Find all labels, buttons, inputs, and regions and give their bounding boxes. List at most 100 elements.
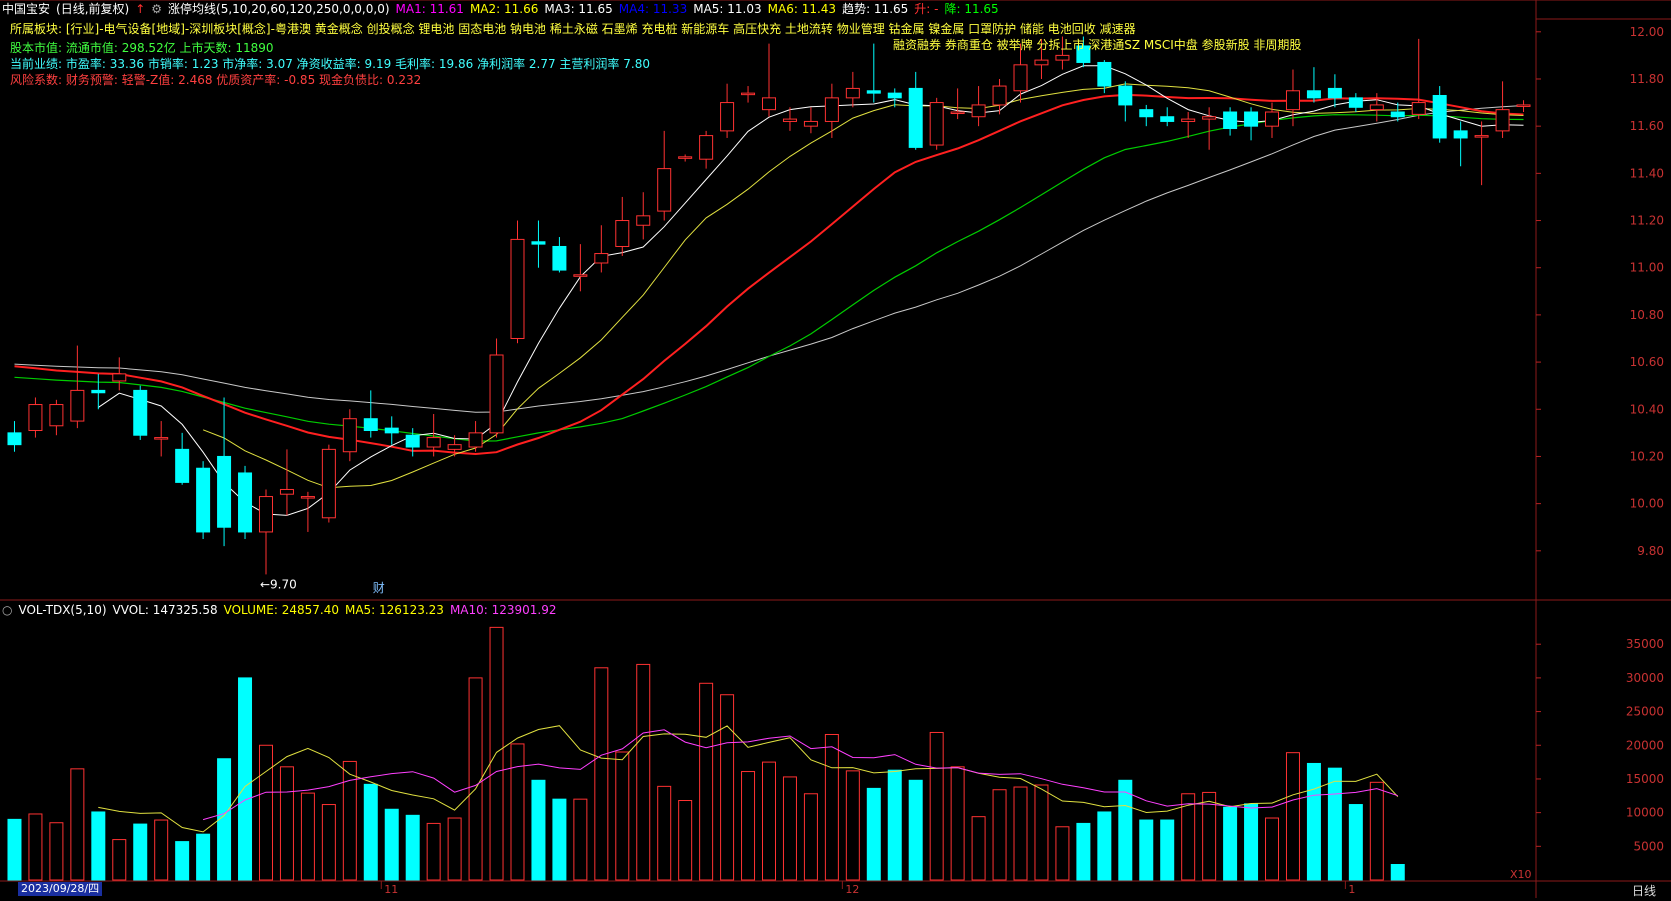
candle-body [405, 434, 420, 448]
candle-body [971, 104, 986, 118]
volume-bar [1369, 781, 1384, 881]
candle-body [615, 220, 630, 247]
date-cursor-label: 2023/09/28/四 [18, 882, 103, 896]
candle-body [1265, 111, 1280, 127]
volume-bar [405, 814, 420, 881]
info-performance: 当前业绩: 市盈率: 33.36 市销率: 1.23 市净率: 3.07 净资收… [10, 56, 650, 72]
volume-bar [1013, 786, 1028, 881]
volume-bar [1118, 779, 1133, 881]
volume-bar [866, 787, 881, 881]
ma-value-2: MA3: 11.65 [544, 2, 613, 16]
volume-bar [950, 766, 965, 881]
chart-stage[interactable]: 12.00 11.80 11.60 11.40 11.20 11.00 10.80 10.60… [0, 0, 1671, 898]
price-tick-label: 11.40 [1630, 166, 1664, 180]
volume-bar [678, 800, 693, 881]
volume-bar [971, 816, 986, 881]
indicator-name[interactable]: 涨停均线(5,10,20,60,120,250,0,0,0,0) [168, 2, 390, 16]
volume-bar [1348, 804, 1363, 881]
candle-body [384, 427, 399, 434]
chart-svg[interactable]: 12.00 11.80 11.60 11.40 11.20 11.00 10.80 10.60… [0, 0, 1671, 898]
volume-bar [300, 792, 315, 881]
volume-bar [762, 761, 776, 881]
volume-bar [1223, 806, 1238, 881]
candle-body [1411, 102, 1426, 115]
volume-bar [803, 793, 818, 881]
vol-name[interactable]: VOL-TDX(5,10) [18, 603, 106, 617]
volume-bar [426, 822, 441, 881]
candle-body [1013, 64, 1028, 92]
volume-bar [70, 768, 85, 881]
volume-bar [636, 663, 651, 881]
volume-bar [594, 667, 609, 881]
period-button[interactable]: 日线 [1632, 882, 1656, 899]
volume-bar [510, 743, 525, 881]
volume-bar [1390, 864, 1405, 881]
volume-tick-label: 25000 [1626, 705, 1664, 719]
volume-header: ○ VOL-TDX(5,10) VVOL: 147325.58 VOLUME: 248… [2, 602, 563, 618]
volume-bar [258, 744, 273, 881]
volume-bar [175, 841, 190, 881]
candle-body [1097, 61, 1112, 87]
candle-body [1118, 85, 1133, 106]
candle-body [300, 496, 315, 499]
sectors-text-2: 融资融券 券商重仓 被举牌 分拆上市 深港通SZ MSCI中盘 参股新股 非周期… [893, 38, 1302, 52]
candle-body [91, 389, 106, 394]
price-tick-label: 11.00 [1630, 261, 1664, 275]
candle-body [279, 488, 294, 495]
ma-value-3: MA4: 11.33 [618, 2, 688, 16]
volume-bar [531, 779, 546, 881]
volume-tick-label: 20000 [1626, 738, 1664, 752]
price-tick-label: 10.00 [1630, 497, 1664, 511]
volume-tick-label: 35000 [1626, 637, 1664, 651]
candle-body [49, 404, 64, 427]
volume-bar [489, 626, 504, 881]
candle-body [762, 97, 776, 111]
price-tick-label: 10.40 [1630, 402, 1664, 416]
stock-name[interactable]: 中国宝安 [2, 2, 50, 16]
volume-bar [573, 798, 588, 881]
price-tick-label: 12.00 [1630, 25, 1664, 39]
volume-bar [1097, 811, 1112, 881]
info-sectors: 所属板块: [行业]-电气设备[地域]-深圳板块[概念]-粤港澳 黄金概念 创投… [10, 21, 1136, 37]
candle-body [217, 455, 232, 528]
candle-body [1160, 116, 1175, 122]
candle-body [342, 418, 357, 453]
candle-body [1348, 97, 1363, 108]
volume-bar [824, 733, 839, 881]
volume-bar [1034, 784, 1049, 881]
candle-body [447, 444, 462, 450]
ma-values: MA1: 11.61 MA2: 11.66 MA3: 11.65 MA4: 11.33… [396, 2, 1005, 16]
ma-green-line [14, 114, 1524, 442]
volume-bar [28, 813, 43, 881]
volume-bar [1076, 822, 1091, 881]
candle-body [657, 168, 672, 212]
info-risk: 风险系数: 财务预警: 轻警-Z值: 2.468 优质资产率: -0.85 现金… [10, 72, 421, 88]
gear-icon[interactable]: ⚙ [151, 2, 162, 16]
candle-body [1181, 118, 1196, 122]
volume-bar [1160, 819, 1175, 881]
candle-body [1139, 109, 1154, 118]
volume-bar [615, 751, 630, 881]
volume-tick-label: 5000 [1633, 839, 1664, 853]
candle-body [1202, 116, 1217, 120]
vol-ma5-value: MA5: 126123.23 [344, 603, 444, 617]
candle-body [510, 238, 525, 339]
ma-value-4: MA5: 11.03 [693, 2, 762, 16]
candle-body [1055, 54, 1070, 61]
volume-bar [699, 682, 714, 881]
candle-body [866, 90, 881, 94]
ma-yellow-line [202, 83, 1524, 489]
volume-bar [91, 811, 106, 881]
chart-header: 中国宝安 (日线,前复权) ↑ ⚙ 涨停均线(5,10,20,60,120,250,0,… [2, 1, 1011, 17]
candle-body [7, 432, 22, 446]
candle-body [720, 102, 735, 132]
volume-bar [133, 823, 148, 881]
volume-bar [238, 677, 253, 881]
volume-bar [468, 677, 483, 881]
circle-icon[interactable]: ○ [2, 603, 12, 617]
volume-bar [741, 771, 756, 881]
volume-tick-label: 15000 [1626, 772, 1664, 786]
volume-bar [908, 779, 923, 881]
candle-body [699, 135, 714, 160]
volume-bar [845, 770, 860, 881]
